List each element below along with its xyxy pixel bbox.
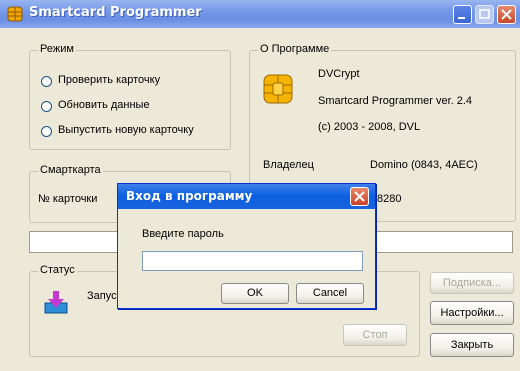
partial-value: 8280 xyxy=(377,193,402,205)
login-dialog-title-bar[interactable]: Вход в программу xyxy=(118,184,375,209)
about-app-name: DVCrypt xyxy=(318,68,360,80)
radio-issue-new-card[interactable] xyxy=(41,126,52,137)
radio-check-card[interactable] xyxy=(41,76,52,87)
close-icon xyxy=(501,9,512,20)
about-copyright: (c) 2003 - 2008, DVL xyxy=(318,121,421,133)
download-icon xyxy=(43,289,69,315)
chip-icon xyxy=(7,6,23,22)
login-dialog: Вход в программу Введите пароль OK Cance… xyxy=(117,183,376,309)
maximize-icon xyxy=(479,9,490,19)
minimize-icon xyxy=(458,17,465,19)
smartcard-group-label: Смарткарта xyxy=(38,164,103,176)
mode-group-label: Режим xyxy=(38,43,76,55)
smartcard-chip-icon xyxy=(263,74,293,104)
radio-check-card-label[interactable]: Проверить карточку xyxy=(58,74,160,86)
owner-label: Владелец xyxy=(263,159,314,171)
window-title: Smartcard Programmer xyxy=(29,5,202,20)
card-number-label: № карточки xyxy=(38,193,98,205)
maximize-button[interactable] xyxy=(475,5,494,24)
cancel-button[interactable]: Cancel xyxy=(296,283,364,304)
main-window: Smartcard Programmer Режим Проверить кар… xyxy=(0,0,520,371)
close-icon xyxy=(354,191,365,202)
title-bar[interactable]: Smartcard Programmer xyxy=(0,0,520,28)
close-button[interactable]: Закрыть xyxy=(430,333,514,357)
radio-update-data[interactable] xyxy=(41,101,52,112)
stop-button[interactable]: Стоп xyxy=(343,324,407,346)
ok-button[interactable]: OK xyxy=(221,283,289,304)
password-input[interactable] xyxy=(142,251,363,271)
status-group-label: Статус xyxy=(38,264,77,276)
settings-button[interactable]: Настройки... xyxy=(430,301,514,325)
status-text: Запус xyxy=(87,290,117,302)
login-dialog-title: Вход в программу xyxy=(126,189,253,203)
login-dialog-close-button[interactable] xyxy=(350,187,369,206)
about-group-label: О Программе xyxy=(258,43,332,55)
radio-issue-new-card-label[interactable]: Выпустить новую карточку xyxy=(58,124,194,136)
subscription-button[interactable]: Подписка... xyxy=(430,272,514,294)
about-version: Smartcard Programmer ver. 2.4 xyxy=(318,95,473,107)
radio-update-data-label[interactable]: Обновить данные xyxy=(58,99,150,111)
owner-value: Domino (0843, 4AEC) xyxy=(370,159,478,171)
minimize-button[interactable] xyxy=(453,5,472,24)
close-window-button[interactable] xyxy=(497,5,516,24)
password-prompt-label: Введите пароль xyxy=(142,228,224,240)
